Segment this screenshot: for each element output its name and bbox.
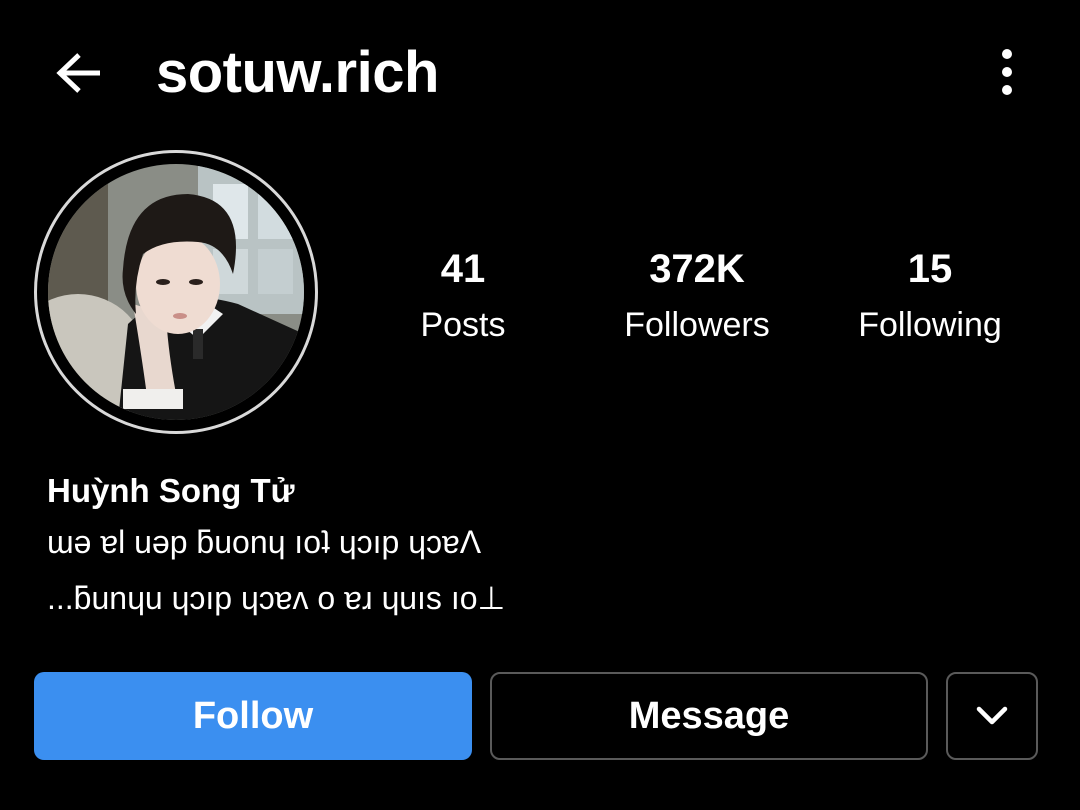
back-button[interactable] xyxy=(50,46,110,100)
chevron-down-icon xyxy=(974,695,1010,738)
avatar xyxy=(48,164,304,420)
stat-following[interactable]: 15 Following xyxy=(820,244,1040,350)
arrow-left-icon xyxy=(50,46,110,100)
following-count: 15 xyxy=(907,247,953,291)
profile-full-name: Huỳnh Song Tử xyxy=(47,472,295,509)
followers-label: Followers xyxy=(624,306,770,344)
bio-line: ɯǝ ɐl uǝp ƃuonɥ ıoʇ ɥɔıp ɥɔɐΛ xyxy=(47,524,482,560)
posts-count: 41 xyxy=(440,247,486,291)
follow-button[interactable]: Follow xyxy=(34,672,472,760)
bio-line: ...ƃunɥu ɥɔıp ɥɔɐʌ o ɐɹ ɥuıs ıo⊥ xyxy=(47,580,506,616)
message-button-label: Message xyxy=(628,694,790,737)
profile-username: sotuw.rich xyxy=(156,40,439,105)
suggested-accounts-button[interactable] xyxy=(946,672,1038,760)
stat-followers[interactable]: 372K Followers xyxy=(587,244,807,350)
more-vertical-icon xyxy=(990,49,1024,103)
followers-count: 372K xyxy=(649,247,745,291)
options-button[interactable] xyxy=(990,45,1024,99)
avatar-ring[interactable] xyxy=(34,150,318,434)
stat-posts[interactable]: 41 Posts xyxy=(353,244,573,350)
following-label: Following xyxy=(858,306,1002,344)
follow-button-label: Follow xyxy=(192,694,314,737)
posts-label: Posts xyxy=(420,306,506,344)
message-button[interactable]: Message xyxy=(490,672,928,760)
profile-header: sotuw.rich xyxy=(0,0,1080,145)
